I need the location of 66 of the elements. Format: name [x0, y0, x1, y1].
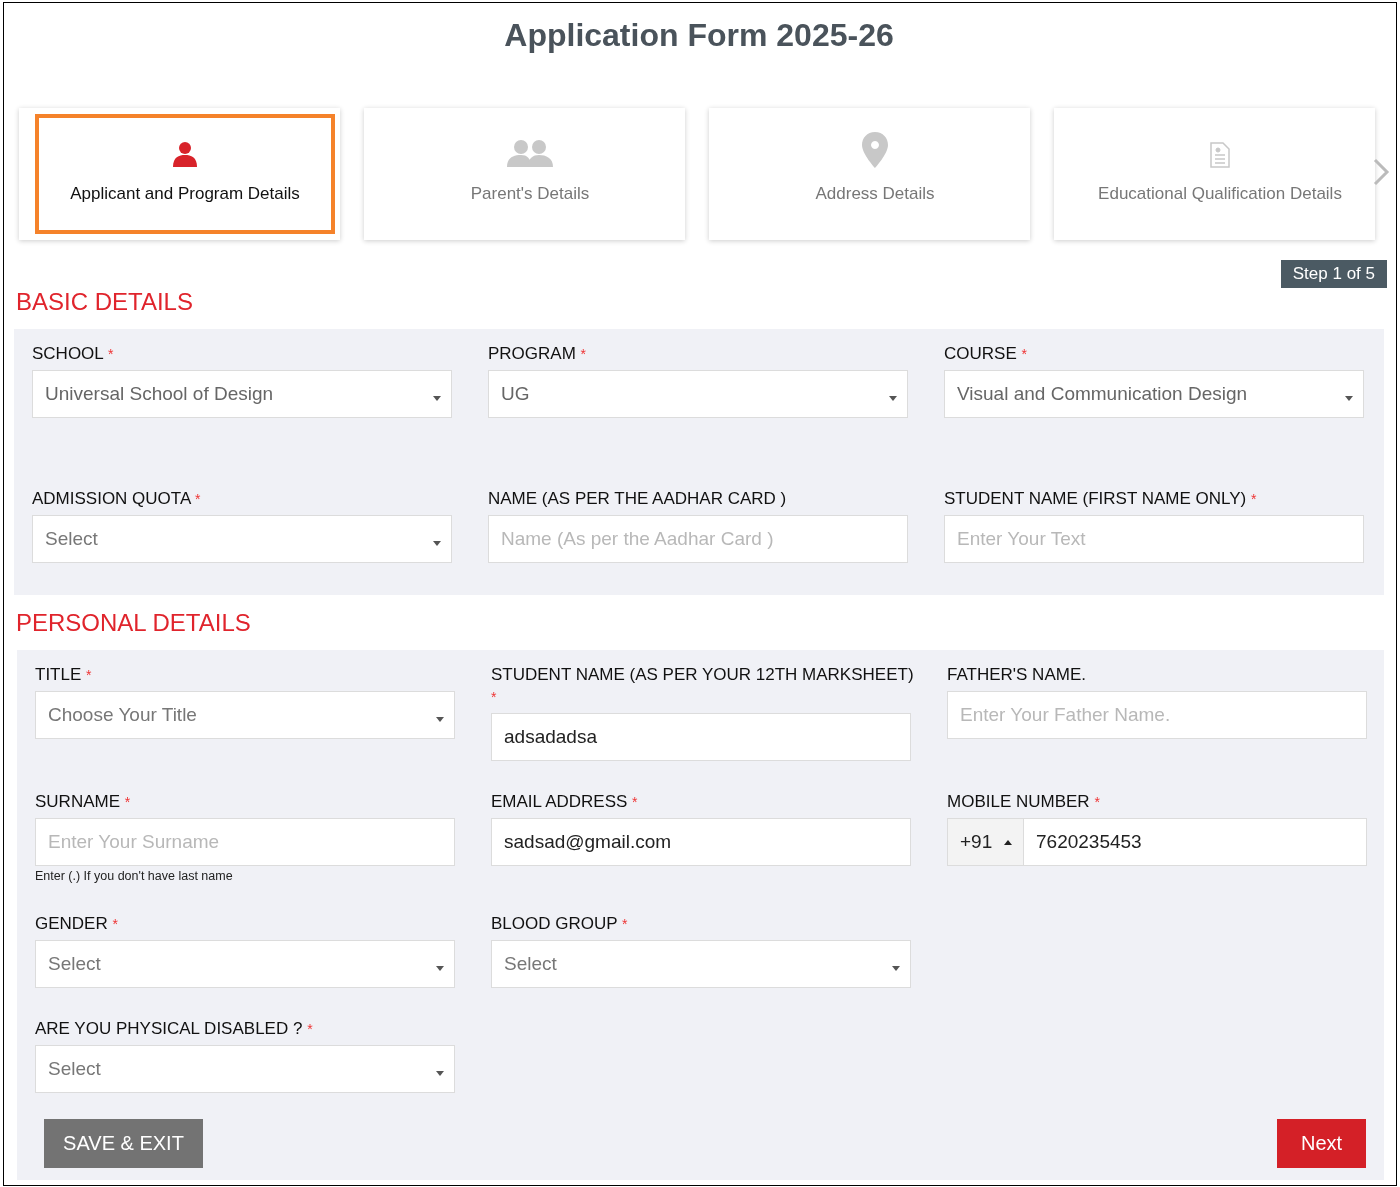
- field-label: COURSE: [944, 344, 1017, 363]
- step-tab[interactable]: Applicant and Program Details: [35, 114, 335, 234]
- field-label: STUDENT NAME (FIRST NAME ONLY): [944, 489, 1247, 508]
- field-label: BLOOD GROUP: [491, 914, 618, 933]
- caret-down-icon: [436, 965, 444, 971]
- save-exit-button[interactable]: SAVE & EXIT: [44, 1119, 203, 1168]
- chevron-right-icon[interactable]: [1372, 158, 1390, 186]
- step-tab[interactable]: Address Details: [725, 114, 1025, 234]
- text-field[interactable]: Enter Your Text: [944, 515, 1364, 563]
- dropdown-field[interactable]: Select: [491, 940, 911, 988]
- dropdown-field[interactable]: Universal School of Design: [32, 370, 452, 418]
- field-label: GENDER: [35, 914, 108, 933]
- map-pin-icon: [862, 132, 888, 168]
- required-mark: *: [112, 916, 118, 932]
- field-label: PROGRAM: [488, 344, 576, 363]
- form-title: Application Form 2025-26: [503, 17, 895, 54]
- caret-down-icon: [892, 965, 900, 971]
- field-label: STUDENT NAME (AS PER YOUR 12TH MARKSHEET): [491, 665, 914, 684]
- required-mark: *: [580, 346, 587, 362]
- required-mark: *: [86, 667, 92, 683]
- required-mark: *: [107, 346, 114, 362]
- field-label: TITLE: [35, 665, 82, 684]
- text-field[interactable]: Enter Your Father Name.: [947, 691, 1367, 739]
- people-icon: [506, 138, 554, 168]
- step-counter: Step 1 of 5: [1280, 260, 1387, 288]
- caret-down-icon: [1345, 395, 1353, 401]
- field-label: EMAIL ADDRESS: [491, 792, 628, 811]
- person-icon: [171, 140, 199, 168]
- field-label: ARE YOU PHYSICAL DISABLED ?: [35, 1019, 303, 1038]
- dropdown-field[interactable]: Choose Your Title: [35, 691, 455, 739]
- required-mark: *: [124, 794, 131, 810]
- field-label: FATHER'S NAME.: [947, 665, 1086, 684]
- caret-down-icon: [436, 1070, 444, 1076]
- field-label: SCHOOL: [32, 344, 104, 363]
- field-label: NAME (AS PER THE AADHAR CARD ): [488, 489, 787, 508]
- dropdown-field[interactable]: UG: [488, 370, 908, 418]
- step-tab[interactable]: Parent's Details: [380, 114, 680, 234]
- section-heading: BASIC DETAILS: [16, 288, 194, 316]
- document-icon: [1210, 142, 1230, 168]
- dropdown-field[interactable]: Select: [32, 515, 452, 563]
- text-field[interactable]: Enter Your Surname: [35, 818, 455, 866]
- field-label: SURNAME: [35, 792, 120, 811]
- next-button[interactable]: Next: [1277, 1119, 1366, 1168]
- dropdown-field[interactable]: Select: [35, 1045, 455, 1093]
- required-mark: *: [622, 916, 628, 932]
- caret-down-icon: [433, 540, 441, 546]
- step-tab[interactable]: Educational Qualification Details: [1070, 114, 1370, 234]
- text-field[interactable]: adsadadsa: [491, 713, 911, 761]
- required-mark: *: [195, 491, 201, 507]
- dropdown-field[interactable]: Select: [35, 940, 455, 988]
- field-label: MOBILE NUMBER: [947, 792, 1090, 811]
- dropdown-field[interactable]: Visual and Communication Design: [944, 370, 1364, 418]
- caret-down-icon: [889, 395, 897, 401]
- text-field[interactable]: sadsad@gmail.com: [491, 818, 911, 866]
- required-mark: *: [632, 794, 638, 810]
- required-mark: *: [1094, 794, 1100, 810]
- text-field[interactable]: Name (As per the Aadhar Card ): [488, 515, 908, 563]
- required-mark: *: [307, 1021, 313, 1037]
- caret-down-icon: [433, 395, 441, 401]
- field-hint: Enter (.) If you don't have last name: [35, 869, 234, 883]
- required-mark: *: [491, 689, 497, 705]
- required-mark: *: [1251, 491, 1257, 507]
- field-label: ADMISSION QUOTA: [32, 489, 191, 508]
- required-mark: *: [1021, 346, 1027, 362]
- section-heading: PERSONAL DETAILS: [16, 609, 252, 637]
- caret-down-icon: [436, 716, 444, 722]
